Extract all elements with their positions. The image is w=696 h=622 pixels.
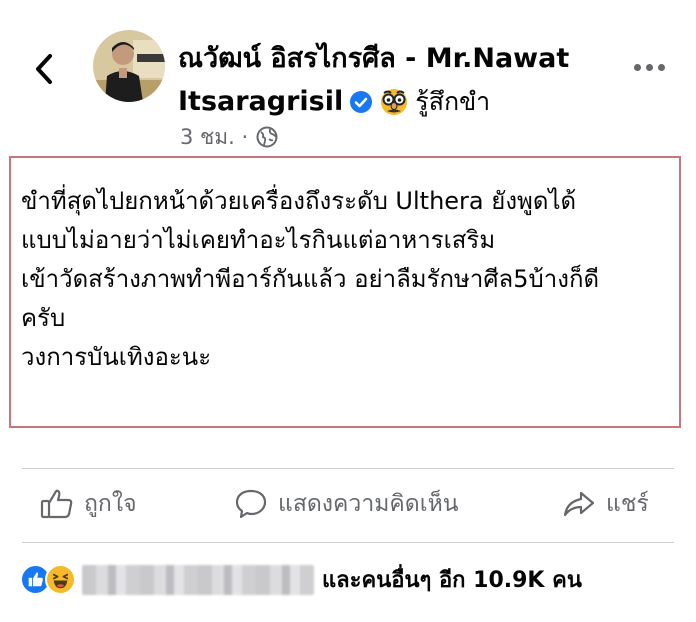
- chevron-left-icon: [36, 54, 52, 84]
- avatar[interactable]: [93, 30, 165, 102]
- share-arrow-icon: [562, 488, 596, 520]
- haha-reaction-icon: [45, 564, 76, 595]
- post-text-line: แบบไม่อายว่าไม่เคยทำอะไรกินแต่อาหารเสริม: [21, 226, 496, 254]
- feeling-label: รู้สึกขำ: [415, 87, 491, 116]
- post-text-line: วงการบันเทิงอะนะ: [21, 343, 212, 371]
- post-timestamp[interactable]: 3 ชม. ·: [180, 123, 248, 151]
- author-name-continued[interactable]: Itsaragrisil: [178, 84, 343, 120]
- reactions-summary[interactable]: และคนอื่นๆ อีก 10.9K คน: [20, 562, 582, 597]
- divider: [22, 542, 674, 543]
- disguise-face-emoji-icon: [379, 87, 409, 117]
- post-text-line: ขำที่สุดไปยกหน้าด้วยเครื่องถึงระดับ Ulth…: [21, 187, 577, 215]
- like-label: ถูกใจ: [84, 491, 137, 517]
- author-name[interactable]: ณวัฒน์ อิสรไกรศีล - Mr.Nawat: [178, 40, 569, 78]
- post-text-line: ครับ: [21, 304, 66, 332]
- post-text-box: ขำที่สุดไปยกหน้าด้วยเครื่องถึงระดับ Ulth…: [9, 156, 681, 428]
- share-label: แชร์: [606, 491, 649, 517]
- globe-icon[interactable]: [256, 126, 278, 148]
- comment-button[interactable]: แสดงความคิดเห็น: [234, 484, 458, 524]
- thumbs-up-icon: [40, 488, 74, 520]
- avatar-image: [93, 30, 165, 102]
- back-button[interactable]: [24, 46, 64, 92]
- share-button[interactable]: แชร์: [562, 484, 649, 524]
- more-options-button[interactable]: [632, 58, 667, 77]
- comment-bubble-icon: [234, 488, 268, 520]
- more-dots-icon: [634, 64, 641, 71]
- reactions-others-count: และคนอื่นๆ อีก 10.9K คน: [322, 568, 582, 593]
- post-meta: 3 ชม. ·: [180, 123, 278, 151]
- post-text-line: เข้าวัดสร้างภาพทำพีอาร์กันแล้ว อย่าลืมรั…: [21, 265, 600, 293]
- like-button[interactable]: ถูกใจ: [40, 484, 137, 524]
- author-name-row: Itsaragrisil รู้สึกขำ: [178, 84, 490, 120]
- blurred-names: [82, 564, 314, 595]
- divider: [22, 468, 674, 469]
- verified-badge-icon: [349, 90, 373, 114]
- comment-label: แสดงความคิดเห็น: [278, 491, 459, 517]
